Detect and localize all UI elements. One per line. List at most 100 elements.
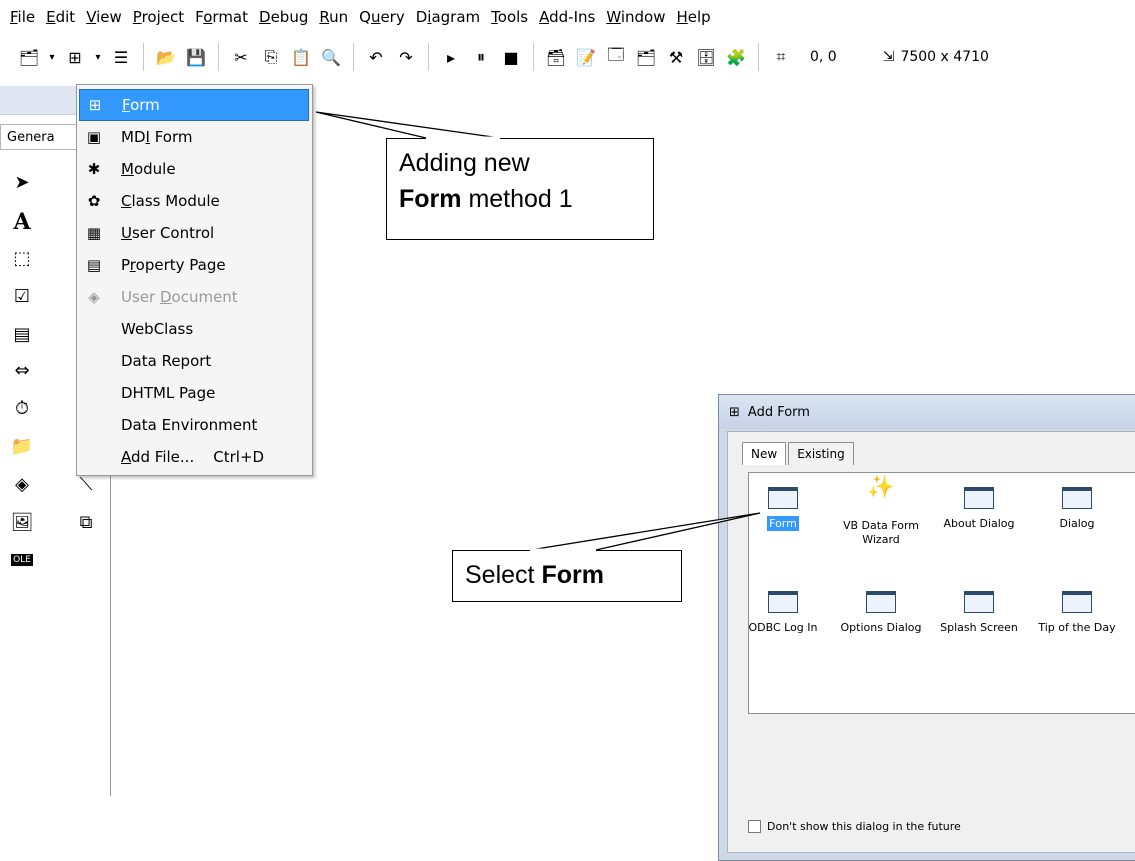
template-label: Dialog [1059, 517, 1095, 530]
start-icon[interactable]: ▸ [438, 44, 464, 70]
data-icon[interactable]: ⧉ [70, 506, 102, 538]
menu-item-add-file-ctrl-d[interactable]: Add File... Ctrl+D [79, 441, 309, 473]
menu-help[interactable]: Help [673, 8, 718, 26]
break-icon[interactable]: ⏸ [468, 44, 494, 70]
form-template-icon [964, 487, 994, 509]
label-accesskey: D [159, 288, 172, 306]
menu-item-class-module[interactable]: ✿ Class Module [79, 185, 309, 217]
menu-item-label: MDI Form [121, 128, 193, 146]
position-readout: 0, 0 [810, 49, 837, 65]
toolbox-tab-label: Genera [7, 129, 55, 145]
menu-diagram[interactable]: Diagram [412, 8, 487, 26]
ole-icon[interactable]: OLE [6, 544, 38, 576]
chevron-down-icon[interactable]: ▾ [46, 44, 58, 70]
checkbox-icon[interactable]: ☑ [6, 280, 38, 312]
chevron-down-icon[interactable]: ▾ [92, 44, 104, 70]
copy-icon[interactable]: ⎘ [258, 44, 284, 70]
dont-show-checkbox-row[interactable]: Don't show this dialog in the future [748, 820, 961, 833]
label-prefix: DHTML Page [121, 384, 216, 402]
menu-item-property-page[interactable]: ▤ Property Page [79, 249, 309, 281]
paste-icon[interactable]: 📋 [288, 44, 314, 70]
menu-add-ins[interactable]: Add-Ins [535, 8, 602, 26]
timer-icon[interactable]: ⏱ [6, 392, 38, 424]
menu-label-prefix: Q [359, 8, 371, 26]
form-icon: ⊞ [88, 96, 102, 114]
template-options-dialog[interactable]: Options Dialog [833, 585, 929, 635]
menu-label-rest: dd-Ins [549, 8, 596, 26]
label-rest: ser Control [131, 224, 215, 242]
find-icon[interactable]: 🔍 [318, 44, 344, 70]
redo-icon[interactable]: ↷ [393, 44, 419, 70]
toolbar: 🗂 ▾ ⊞ ▾ ☰ 📂 💾 ✂ ⎘ 📋 🔍 ↶ ↷ ▸ ⏸ ■ 🗃 📝 🗔 🗂 … [0, 34, 1135, 80]
menu-query[interactable]: Query [355, 8, 412, 26]
user-document-icon: ◈ [88, 288, 100, 306]
label-rest: odule [133, 160, 176, 178]
shape-icon[interactable]: ◈ [6, 468, 38, 500]
menu-file[interactable]: File [6, 8, 42, 26]
label-icon[interactable]: A [6, 206, 38, 238]
add-form-icon[interactable]: ⊞ [62, 44, 88, 70]
template-splash-screen[interactable]: Splash Screen [931, 585, 1027, 635]
menu-item-module[interactable]: ✱ Module [79, 153, 309, 185]
image-icon[interactable]: 🖼 [6, 506, 38, 538]
menu-item-user-control[interactable]: ▦ User Control [79, 217, 309, 249]
menu-item-label: Data Environment [121, 416, 257, 434]
label-rest: ocument [171, 288, 238, 306]
component-manager-icon[interactable]: 🧩 [723, 44, 749, 70]
object-browser-icon[interactable]: 🗂 [633, 44, 659, 70]
menu-format[interactable]: Format [191, 8, 255, 26]
menu-window[interactable]: Window [602, 8, 672, 26]
undo-icon[interactable]: ↶ [363, 44, 389, 70]
toolbar-separator [218, 43, 219, 71]
menu-label-accesskey: W [606, 8, 621, 26]
template-about-dialog[interactable]: About Dialog [931, 481, 1027, 531]
menu-item-user-document: ◈ User Document [79, 281, 309, 313]
toolbox-icon[interactable]: ⚒ [663, 44, 689, 70]
menu-item-form[interactable]: ⊞ Form [79, 89, 309, 121]
menu-editor-icon[interactable]: ☰ [108, 44, 134, 70]
form-layout-icon[interactable]: 🗔 [603, 44, 629, 70]
template-tip-of-the-day[interactable]: Tip of the Day [1029, 585, 1125, 635]
tab-new[interactable]: New [742, 442, 787, 465]
cut-icon[interactable]: ✂ [228, 44, 254, 70]
callout-method-1-line1: Adding new [399, 149, 530, 177]
menu-debug[interactable]: Debug [255, 8, 315, 26]
menu-label-rest: iew [96, 8, 122, 26]
label-accesskey: C [121, 192, 132, 210]
dirlistbox-icon[interactable]: 📁 [6, 430, 38, 462]
size-readout: ⇲ 7500 x 4710 [883, 49, 989, 65]
callout-method-1-pointer [315, 111, 501, 139]
menu-item-data-report[interactable]: Data Report [79, 345, 309, 377]
end-icon[interactable]: ■ [498, 44, 524, 70]
frame-icon[interactable]: ⬚ [6, 242, 38, 274]
label-accesskey: F [122, 96, 131, 114]
form-template-list: Form ✨ VB Data Form Wizard About Dialog Dial… [748, 472, 1135, 714]
menu-edit[interactable]: Edit [42, 8, 82, 26]
menu-item-webclass[interactable]: WebClass [79, 313, 309, 345]
toolbox-tab-general[interactable]: Genera [0, 124, 80, 150]
hscrollbar-icon[interactable]: ⇔ [6, 354, 38, 386]
tab-existing[interactable]: Existing [788, 442, 854, 465]
pointer-icon[interactable]: ➤ [6, 166, 38, 198]
menu-item-dhtml-page[interactable]: DHTML Page [79, 377, 309, 409]
menu-tools[interactable]: Tools [487, 8, 535, 26]
menu-run[interactable]: Run [315, 8, 355, 26]
dont-show-checkbox[interactable] [748, 820, 761, 833]
open-project-icon[interactable]: 📂 [153, 44, 179, 70]
template-dialog[interactable]: Dialog [1029, 481, 1125, 531]
save-project-icon[interactable]: 💾 [183, 44, 209, 70]
template-vb-data-form-wizard[interactable]: ✨ VB Data Form Wizard [833, 477, 929, 547]
label-rest: orm [130, 96, 160, 114]
menu-view[interactable]: View [82, 8, 129, 26]
data-view-icon[interactable]: 🗄 [693, 44, 719, 70]
menu-item-data-environment[interactable]: Data Environment [79, 409, 309, 441]
properties-window-icon[interactable]: 📝 [573, 44, 599, 70]
template-form[interactable]: Form [735, 481, 831, 531]
combobox-icon[interactable]: ▤ [6, 318, 38, 350]
menu-item-mdi-form[interactable]: ▣ MDI Form [79, 121, 309, 153]
template-odbc-log-in[interactable]: ODBC Log In [735, 585, 831, 635]
form-template-icon [866, 591, 896, 613]
project-explorer-icon[interactable]: 🗃 [543, 44, 569, 70]
menu-project[interactable]: Project [129, 8, 191, 26]
add-project-icon[interactable]: 🗂 [16, 44, 42, 70]
